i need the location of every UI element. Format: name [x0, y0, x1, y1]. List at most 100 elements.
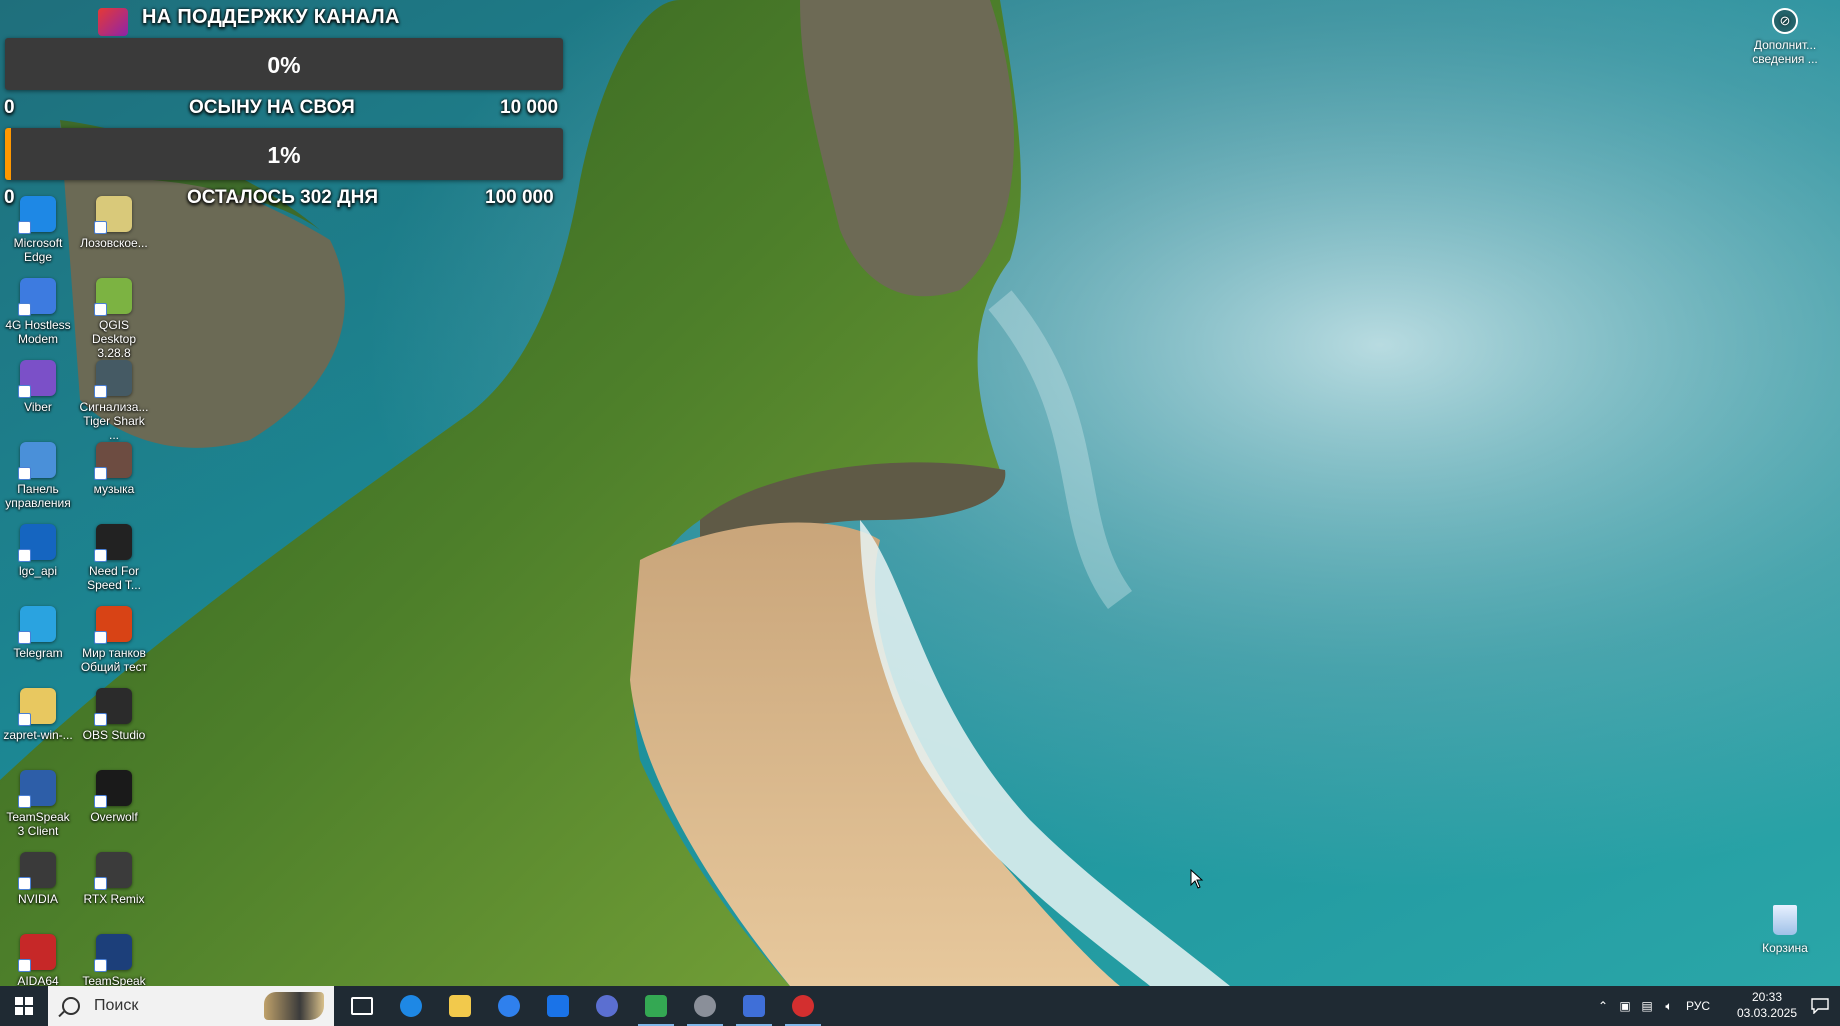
goal-current-1: 0	[4, 97, 15, 118]
desktop-shortcut-label: Viber	[24, 400, 52, 414]
desktop-shortcut-label: Мир танков Общий тест	[80, 646, 148, 674]
desktop-shortcut-label: zapret-win-...	[3, 728, 73, 742]
start-button[interactable]	[0, 986, 48, 1026]
overwolf-icon	[94, 770, 132, 808]
explorer-button[interactable]	[436, 986, 484, 1026]
edge-taskbar-button[interactable]	[387, 986, 435, 1026]
teamspeak-icon	[18, 770, 56, 808]
app-blue-button[interactable]	[730, 986, 778, 1026]
desktop-shortcut-label: NVIDIA	[17, 892, 58, 906]
desktop-shortcut[interactable]: Сигнализа... Tiger Shark ...	[76, 354, 152, 442]
taskbar: Поиск ⌃ ▣ ▤ 🔈︎ РУС 20:33 03.03.2025	[0, 986, 1840, 1026]
obs-taskbar-icon	[792, 995, 814, 1017]
viber-icon	[18, 360, 56, 398]
extra-info-label: Дополнит... сведения ...	[1752, 38, 1818, 66]
goal-current-2: 0	[4, 187, 15, 208]
goal-progress-bar-2: 1%	[5, 128, 563, 180]
chrome-button[interactable]	[632, 986, 680, 1026]
language-indicator[interactable]: РУС	[1680, 999, 1716, 1013]
notification-center-button[interactable]	[1800, 986, 1840, 1026]
desktop-shortcut[interactable]: lgc_api	[0, 518, 76, 596]
desktop-shortcut-label: OBS Studio	[82, 728, 146, 742]
desktop-shortcut[interactable]: NVIDIA	[0, 846, 76, 924]
recycle-bin-label: Корзина	[1762, 941, 1808, 955]
goal-progress-label-1: 0%	[267, 52, 301, 78]
desktop-shortcut-label: lgc_api	[18, 564, 58, 578]
network-icon[interactable]: ▤	[1636, 999, 1658, 1013]
rtx-remix-icon	[94, 852, 132, 890]
overlay-title: НА ПОДДЕРЖКУ КАНАЛА	[142, 6, 400, 28]
obs-icon	[94, 688, 132, 726]
desktop-shortcut[interactable]: Viber	[0, 354, 76, 432]
desktop-shortcut[interactable]: TeamSpeak 3 Client	[0, 764, 76, 842]
task-view-button[interactable]	[338, 986, 386, 1026]
music-icon	[94, 442, 132, 480]
desktop-shortcut-label: музыка	[93, 482, 135, 496]
desktop-shortcut[interactable]: Overwolf	[76, 764, 152, 842]
telegram-icon	[18, 606, 56, 644]
folder-icon	[18, 688, 56, 726]
store-icon	[498, 995, 520, 1017]
edge-taskbar-icon	[400, 995, 422, 1017]
desktop-shortcut-label: Telegram	[13, 646, 63, 660]
goal-target-2: 100 000	[485, 187, 554, 208]
channel-logo-icon	[98, 8, 128, 36]
show-hidden-icons-chevron-icon[interactable]: ⌃	[1592, 999, 1614, 1013]
desktop-shortcut-label: Overwolf	[90, 810, 138, 824]
desktop-shortcut[interactable]: QGIS Desktop 3.28.8	[76, 272, 152, 360]
goal-progress-bar-1: 0%	[5, 38, 563, 90]
desktop-shortcut-label: 4G Hostless Modem	[5, 318, 71, 346]
desktop-shortcut[interactable]: zapret-win-...	[0, 682, 76, 760]
app-blue-icon	[743, 995, 765, 1017]
search-placeholder: Поиск	[94, 997, 139, 1014]
goal-caption-2: ОСТАЛОСЬ 302 ДНЯ	[187, 187, 379, 208]
desktop-shortcut[interactable]: Панель управления	[0, 436, 76, 514]
recycle-bin[interactable]: Корзина	[1745, 905, 1825, 955]
search-highlight-image	[264, 992, 324, 1020]
clock[interactable]: 20:33 03.03.2025	[1736, 989, 1798, 1021]
meet-now-icon[interactable]: ▣	[1614, 999, 1636, 1013]
steam-icon	[694, 995, 716, 1017]
desktop-shortcut-label: Need For Speed T...	[87, 564, 141, 592]
goal-target-1: 10 000	[500, 97, 559, 118]
mail-icon	[547, 995, 569, 1017]
aida64-icon	[18, 934, 56, 972]
donation-goal-overlay: НА ПОДДЕРЖКУ КАНАЛА 0% 0 ОСЫНУ НА СВОЯ 1…	[0, 0, 570, 215]
system-tray: ⌃ ▣ ▤ 🔈︎ РУС	[1592, 986, 1716, 1026]
control-panel-icon	[18, 442, 56, 480]
calculator-icon	[596, 995, 618, 1017]
desktop-shortcut[interactable]: музыка	[76, 436, 152, 514]
task-view-icon	[351, 997, 373, 1015]
desktop-shortcut[interactable]: Telegram	[0, 600, 76, 678]
nvidia-icon	[18, 852, 56, 890]
windows-logo-icon	[15, 997, 33, 1015]
clock-date: 03.03.2025	[1736, 1006, 1798, 1020]
desktop-shortcut[interactable]: Need For Speed T...	[76, 518, 152, 596]
modem-icon	[18, 278, 56, 316]
qgis-icon	[94, 278, 132, 316]
desktop-shortcut[interactable]: RTX Remix	[76, 846, 152, 924]
volume-icon[interactable]: 🔈︎	[1658, 999, 1680, 1014]
search-icon	[62, 997, 80, 1015]
desktop-shortcut-label: RTX Remix	[83, 892, 145, 906]
steam-button[interactable]	[681, 986, 729, 1026]
mail-button[interactable]	[534, 986, 582, 1026]
obs-taskbar-button[interactable]	[779, 986, 827, 1026]
store-button[interactable]	[485, 986, 533, 1026]
desktop-shortcut[interactable]: Мир танков Общий тест	[76, 600, 152, 678]
desktop-shortcut-label: Лозовское...	[80, 236, 148, 250]
desktop-shortcut[interactable]: 4G Hostless Modem	[0, 272, 76, 350]
teamspeak-overlay-icon	[94, 934, 132, 972]
notification-icon	[1811, 998, 1829, 1014]
goal-caption-1: ОСЫНУ НА СВОЯ	[189, 97, 355, 118]
clock-time: 20:33	[1751, 990, 1783, 1004]
taskbar-search-box[interactable]: Поиск	[48, 986, 334, 1026]
desktop-shortcut[interactable]: OBS Studio	[76, 682, 152, 760]
extra-info-shortcut[interactable]: ⊘ Дополнит... сведения ...	[1744, 8, 1826, 66]
info-circle-icon: ⊘	[1772, 8, 1798, 34]
tanks-icon	[94, 606, 132, 644]
desktop-shortcut-label: Microsoft Edge	[13, 236, 63, 264]
calculator-button[interactable]	[583, 986, 631, 1026]
chrome-icon	[645, 995, 667, 1017]
desktop-shortcut-label: TeamSpeak 3 Client	[6, 810, 70, 838]
